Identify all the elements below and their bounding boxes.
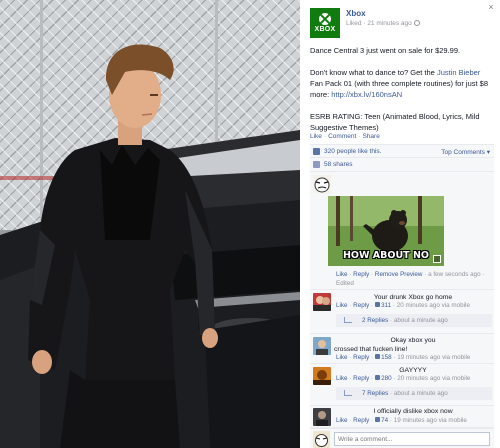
comment-like-button[interactable]: Like (336, 354, 348, 361)
avatar[interactable] (313, 175, 331, 193)
comment-meta: Like · Reply · Remove Preview · a few se… (336, 271, 485, 278)
comment-like-button[interactable]: Like (336, 375, 348, 382)
xbox-orb-icon (319, 12, 331, 25)
meme-image[interactable]: HOW ABOUT NO (328, 196, 444, 266)
post-line-2: Don't know what to dance to? Get the Jus… (310, 67, 493, 100)
comment-edited-label: Edited (336, 280, 354, 287)
post-actions: Like · Comment · Share (310, 133, 380, 140)
post-body: Dance Central 3 just went on sale for $2… (310, 45, 493, 144)
reply-arrow-icon (344, 317, 352, 323)
replies-line: 2 Replies · about a minute ago (362, 317, 448, 324)
comment-reply-button[interactable]: Reply (353, 417, 369, 424)
thumbs-up-icon (375, 417, 381, 422)
comment-item: Your drunk Xbox go home Like · Reply · 31… (310, 290, 494, 334)
globe-icon (413, 20, 420, 26)
comment-text: GAYYYY (399, 367, 427, 374)
post-meta-text: Liked · 21 minutes ago (346, 20, 412, 27)
shares-count-link[interactable]: 58 shares (324, 161, 353, 168)
post-text-fragment: Don't know what to dance to? Get the (310, 68, 437, 77)
comment-time: 20 minutes ago via mobile (397, 375, 471, 382)
comment-item: I officially dislike xbox now Like · Rep… (310, 406, 494, 428)
comment-like-button[interactable]: Like (336, 271, 348, 278)
comment-reply-button[interactable]: Reply (353, 271, 369, 278)
justin-bieber-link[interactable]: Justin Bieber (437, 68, 480, 77)
comment-reply-button[interactable]: Reply (353, 354, 369, 361)
xbox-logo[interactable]: XBOX (310, 8, 340, 38)
comment-like-button[interactable]: Like (336, 417, 348, 424)
avatar[interactable] (313, 408, 331, 426)
write-comment-input[interactable] (334, 432, 490, 446)
comment-meta: Like · Reply · 280 · 20 minutes ago via m… (336, 375, 471, 382)
person-with-car-illustration (0, 44, 300, 448)
post-line-1: Dance Central 3 just went on sale for $2… (310, 46, 461, 55)
comment-meta: Like · Reply · 158 · 19 minutes ago via m… (336, 354, 471, 361)
comment-time: 19 minutes ago via mobile (397, 354, 471, 361)
page-name-link[interactable]: Xbox (346, 9, 366, 18)
replies-count[interactable]: 7 Replies (362, 390, 388, 397)
xbox-logo-text: XBOX (314, 25, 336, 33)
replies-time: about a minute ago (393, 390, 448, 397)
replies-count[interactable]: 2 Replies (362, 317, 388, 324)
comment-item: Okay xbox you crossed that fucken line! … (310, 334, 494, 364)
thumbs-up-icon (375, 302, 381, 307)
comment-like-count[interactable]: 158 (381, 354, 392, 361)
replies-time: about a minute ago (393, 317, 448, 324)
avatar (313, 431, 330, 448)
write-comment-box (310, 428, 494, 448)
comment-item: GAYYYY Like · Reply · 280 · 20 minutes ag… (310, 364, 494, 406)
comment-like-count[interactable]: 280 (381, 375, 392, 382)
share-button[interactable]: Share (362, 133, 379, 140)
replies-line: 7 Replies · about a minute ago (362, 390, 448, 397)
comment-time: 20 minutes ago via mobile (396, 302, 470, 309)
view-replies-button[interactable]: 7 Replies · about a minute ago (336, 387, 492, 400)
expand-icon[interactable] (433, 255, 441, 263)
top-comments-dropdown[interactable]: Top Comments ▾ (441, 148, 490, 156)
comment-reply-button[interactable]: Reply (353, 302, 369, 309)
comment-meta: Like · Reply · 74 · 19 minutes ago via mo… (336, 417, 467, 424)
post-detail-panel: × XBOX Xbox Liked · 21 minutes ago Dance… (302, 0, 500, 448)
post-meta: Liked · 21 minutes ago (346, 20, 420, 27)
comment-button[interactable]: Comment (328, 133, 356, 140)
comment-like-button[interactable]: Like (336, 302, 348, 309)
comment-text-line-2: crossed that fucken line! (334, 346, 408, 353)
shares-summary: 58 shares (310, 158, 494, 172)
comment-reply-button[interactable]: Reply (353, 375, 369, 382)
comment-time: a few seconds ago (428, 271, 481, 278)
avatar[interactable] (313, 293, 331, 311)
view-replies-button[interactable]: 2 Replies · about a minute ago (336, 314, 492, 327)
share-icon (313, 161, 320, 168)
like-button[interactable]: Like (310, 133, 322, 140)
avatar[interactable] (313, 367, 331, 385)
likes-summary: 320 people like this. Top Comments ▾ (310, 144, 494, 158)
thumbs-up-icon (375, 354, 381, 359)
comment-like-count[interactable]: 311 (381, 302, 391, 309)
comment-text-line-1: Okay xbox you (390, 337, 436, 344)
post-header: XBOX Xbox Liked · 21 minutes ago (310, 8, 490, 42)
post-photo[interactable] (0, 0, 300, 448)
comment-text: Your drunk Xbox go home (373, 294, 453, 301)
thumbs-up-icon (313, 148, 320, 155)
meme-caption: HOW ABOUT NO (342, 250, 429, 261)
comment-text: I officially dislike xbox now (373, 408, 453, 415)
post-line-3: ESRB RATING: Teen (Animated Blood, Lyric… (310, 112, 480, 132)
reply-arrow-icon (344, 390, 352, 396)
avatar[interactable] (313, 337, 331, 355)
post-url-link[interactable]: http://xbx.lv/160nsAN (331, 90, 402, 99)
comment-like-count[interactable]: 74 (381, 417, 388, 424)
comment-meta: Like · Reply · 311 · 20 minutes ago via m… (336, 302, 470, 309)
thumbs-up-icon (375, 375, 381, 380)
comment-time: 19 minutes ago via mobile (393, 417, 467, 424)
likes-count-link[interactable]: 320 people like this. (324, 148, 381, 155)
remove-preview-button[interactable]: Remove Preview (375, 271, 423, 278)
